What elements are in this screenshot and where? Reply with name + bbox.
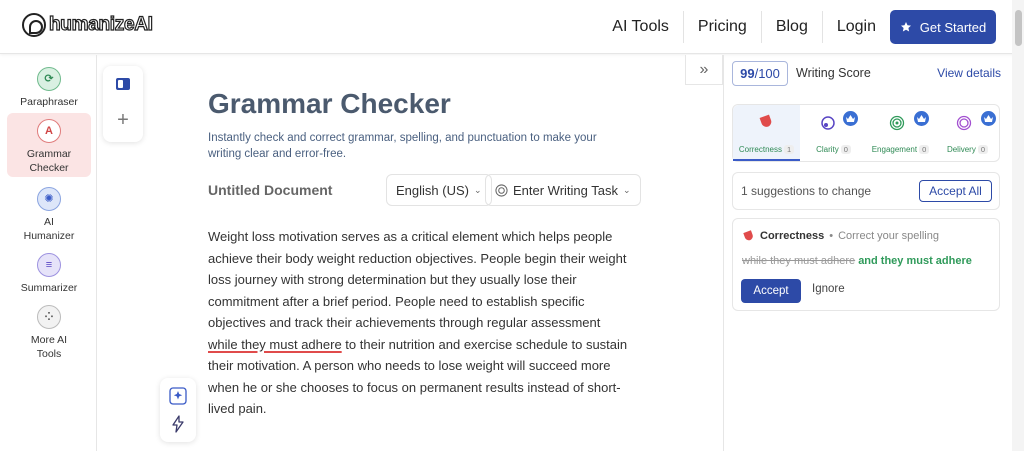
lightning-icon xyxy=(172,415,184,433)
body-text-before: Weight loss motivation serves as a criti… xyxy=(208,229,627,330)
grid-icon: ⁘ xyxy=(37,305,61,329)
add-button[interactable]: + xyxy=(113,108,133,131)
grammar-icon: A xyxy=(37,119,61,143)
suggestion-category: Correctness xyxy=(760,229,825,242)
score-total: /100 xyxy=(754,66,780,81)
plus-icon: + xyxy=(117,108,129,131)
summarizer-icon: ≡ xyxy=(37,253,61,277)
tab-label: Delivery xyxy=(946,145,976,154)
accept-all-button[interactable]: Accept All xyxy=(919,180,992,202)
clarity-icon xyxy=(821,116,835,130)
separator: • xyxy=(829,229,834,242)
nav-login[interactable]: Login xyxy=(823,11,890,43)
original-text: while they must adhere xyxy=(742,255,856,267)
tab-label: Correctness xyxy=(738,145,782,154)
view-details-link[interactable]: View details xyxy=(937,66,1001,80)
document-name[interactable]: Untitled Document xyxy=(208,182,332,198)
quick-fix-button[interactable] xyxy=(168,414,188,434)
document-body[interactable]: Weight loss motivation serves as a criti… xyxy=(208,226,628,420)
sidebar-item-paraphraser[interactable]: ⟳ Paraphraser xyxy=(7,67,91,108)
writing-task-select[interactable]: Enter Writing Task ⌄ xyxy=(485,174,641,206)
tab-count: 0 xyxy=(840,145,851,154)
ignore-button[interactable]: Ignore xyxy=(812,283,845,295)
tab-label: Clarity xyxy=(816,145,839,154)
sidebar-item-label: More AI Tools xyxy=(30,334,68,360)
suggestion-hint: Correct your spelling xyxy=(838,229,939,242)
page-title: Grammar Checker xyxy=(208,88,451,119)
target-icon xyxy=(495,183,508,197)
suggestion-header: Correctness • Correct your spelling xyxy=(742,229,939,242)
tab-correctness[interactable]: Correctness 1 xyxy=(733,105,800,161)
nav-pricing[interactable]: Pricing xyxy=(684,11,762,43)
get-started-label: Get Started xyxy=(919,19,987,35)
sparkle-icon xyxy=(169,387,187,405)
tab-engagement[interactable]: Engagement 0 xyxy=(867,105,934,161)
writing-score-badge: 99/100 xyxy=(732,61,788,86)
chevron-down-icon: ⌄ xyxy=(623,184,631,195)
star-icon xyxy=(900,22,911,32)
premium-crown-icon xyxy=(981,111,996,126)
get-started-button[interactable]: Get Started xyxy=(890,10,996,44)
accept-button[interactable]: Accept xyxy=(741,279,801,303)
double-chevron-right-icon: » xyxy=(699,60,709,78)
logo-icon xyxy=(22,13,46,37)
language-value: English (US) xyxy=(396,182,469,198)
sidebar-item-label: AI Humanizer xyxy=(23,216,75,242)
suggestions-count: 1 suggestions to change xyxy=(741,184,872,198)
panel-icon xyxy=(116,78,130,90)
nav-ai-tools[interactable]: AI Tools xyxy=(598,11,684,43)
premium-crown-icon xyxy=(914,111,929,126)
tab-clarity[interactable]: Clarity 0 xyxy=(800,105,867,161)
correctness-icon xyxy=(759,114,772,127)
writing-score-label: Writing Score xyxy=(796,66,871,80)
page-subtitle: Instantly check and correct grammar, spe… xyxy=(208,132,597,160)
toggle-panel-button[interactable] xyxy=(113,74,133,94)
top-navbar: humanizeAI AI Tools Pricing Blog Login G… xyxy=(0,0,1024,54)
writing-task-label: Enter Writing Task xyxy=(513,182,619,198)
tab-label: Engagement xyxy=(871,145,918,154)
ai-actions-toolbar xyxy=(160,378,196,442)
nav-blog[interactable]: Blog xyxy=(762,11,823,43)
suggestion-change: while they must adhere and they must adh… xyxy=(742,255,972,267)
tab-count: 0 xyxy=(919,145,930,154)
sidebar-item-more-tools[interactable]: ⁘ More AI Tools xyxy=(7,305,91,360)
sidebar-item-grammar-checker[interactable]: A Grammar Checker xyxy=(7,113,91,177)
category-tabs: Correctness 1 Clarity 0 Engagement 0 Delive… xyxy=(732,104,1000,162)
collapse-panel-button[interactable]: » xyxy=(685,55,723,85)
sidebar-item-ai-humanizer[interactable]: ✺ AI Humanizer xyxy=(7,187,91,242)
score-value: 99 xyxy=(740,66,755,81)
tab-count: 1 xyxy=(783,145,795,154)
language-select[interactable]: English (US) ⌄ xyxy=(386,174,492,206)
editor-toolbar: + xyxy=(103,66,143,142)
flagged-phrase[interactable]: while they must adhere xyxy=(208,337,342,352)
ai-sparkle-button[interactable] xyxy=(168,386,188,406)
sidebar-item-summarizer[interactable]: ≡ Summarizer xyxy=(7,253,91,294)
sidebar-item-label: Paraphraser xyxy=(20,96,78,108)
brain-icon: ✺ xyxy=(37,187,61,211)
tab-delivery[interactable]: Delivery 0 xyxy=(934,105,1001,161)
replacement-text: and they must adhere xyxy=(858,255,972,267)
chevron-down-icon: ⌄ xyxy=(473,184,482,195)
premium-crown-icon xyxy=(843,111,858,126)
suggestions-bar: 1 suggestions to change Accept All xyxy=(732,172,1000,210)
tools-sidebar: ⟳ Paraphraser A Grammar Checker ✺ AI Hum… xyxy=(0,55,97,451)
paraphraser-icon: ⟳ xyxy=(37,67,61,91)
panel-divider xyxy=(723,55,724,451)
logo[interactable]: humanizeAI xyxy=(22,13,154,37)
suggestion-card[interactable]: Correctness • Correct your spelling whil… xyxy=(732,218,1000,311)
sidebar-item-label: Grammar Checker xyxy=(26,148,72,174)
scrollbar-thumb[interactable] xyxy=(1015,10,1022,46)
sidebar-item-label: Summarizer xyxy=(20,282,78,294)
delivery-icon xyxy=(956,115,972,131)
logo-text: humanizeAI xyxy=(48,13,153,35)
tab-count: 0 xyxy=(977,145,989,154)
correctness-icon xyxy=(743,230,753,241)
scrollbar[interactable] xyxy=(1012,0,1024,451)
engagement-icon xyxy=(889,115,905,131)
main-nav: AI Tools Pricing Blog Login Get Started xyxy=(598,0,1024,54)
